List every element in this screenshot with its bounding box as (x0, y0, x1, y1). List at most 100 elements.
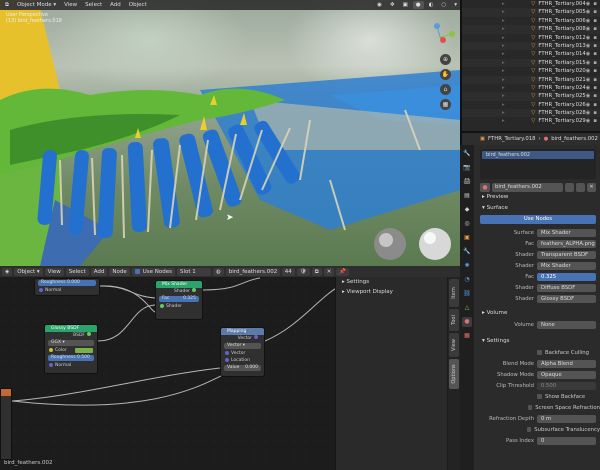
render-tab-icon[interactable]: 📷 (462, 163, 472, 173)
volume-panel-header[interactable]: ▸ Volume (476, 308, 600, 319)
render-camera-icon[interactable]: ▪ (593, 0, 597, 8)
zoom-icon[interactable]: ⊕ (440, 54, 451, 65)
outliner-item[interactable]: ▸ ▽ FTHR_Tertiary.015 ◉ ▪ (462, 58, 600, 68)
render-camera-icon[interactable]: ▪ (593, 92, 597, 100)
render-camera-icon[interactable]: ▪ (593, 17, 597, 25)
property-checkbox[interactable] (537, 394, 542, 399)
material-slot-list[interactable]: bird_feathers.002 (480, 149, 596, 179)
render-camera-icon[interactable]: ▪ (593, 67, 597, 75)
render-camera-icon[interactable]: ▪ (593, 8, 597, 16)
modifier-tab-icon[interactable]: 🔧 (462, 247, 472, 257)
object-tab-icon[interactable]: ▣ (462, 233, 472, 243)
property-value[interactable]: Glossy BSDF (537, 294, 596, 303)
visibility-icon[interactable]: ◉ (586, 92, 591, 100)
material-name-field[interactable]: bird_feathers.002 (225, 267, 280, 276)
render-camera-icon[interactable]: ▪ (593, 42, 597, 50)
use-nodes-checkbox[interactable] (134, 268, 140, 274)
pan-hand-icon[interactable]: ✋ (440, 69, 451, 80)
use-nodes-toggle[interactable]: Use Nodes (131, 267, 175, 276)
unlink-icon[interactable]: ✕ (323, 267, 335, 276)
visibility-icon[interactable]: ◉ (586, 0, 591, 8)
render-camera-icon[interactable]: ▪ (593, 25, 597, 33)
property-checkbox[interactable] (528, 405, 533, 410)
visibility-icon[interactable]: ◉ (586, 84, 591, 92)
visibility-icon[interactable]: ◉ (586, 67, 591, 75)
input-socket[interactable] (160, 303, 164, 308)
editor-type-button[interactable]: ◈ (2, 267, 13, 276)
visibility-icon[interactable]: ◉ (586, 34, 591, 42)
render-camera-icon[interactable]: ▪ (593, 117, 597, 125)
outliner-item[interactable]: ▸ ▽ FTHR_Tertiary.008 ◉ ▪ (462, 25, 600, 34)
render-camera-icon[interactable]: ▪ (593, 34, 597, 42)
tab-options[interactable]: Options (449, 359, 459, 389)
outliner-item[interactable]: ▸ ▽ FTHR_Tertiary.014 ◉ ▪ (462, 50, 600, 58)
glossy-bsdf-node[interactable]: Glossy BSDF BSDF GGX ▾ Color Roughness 0… (44, 324, 98, 374)
outliner-item[interactable]: ▸ ▽ FTHR_Tertiary.006 ◉ ▪ (462, 17, 600, 25)
particles-tab-icon[interactable]: ✺ (462, 261, 472, 271)
property-value[interactable]: Opaque (537, 370, 596, 379)
menu-add[interactable]: Add (107, 1, 124, 9)
mode-select[interactable]: Object Mode ▾ (13, 1, 60, 9)
shading-material-icon[interactable]: ◐ (425, 1, 437, 9)
property-value[interactable]: Transparent BSDF (537, 250, 596, 259)
user-count[interactable]: 44 (281, 267, 295, 276)
settings-panel-header[interactable]: ▸ Settings (336, 277, 447, 287)
viewport-display-panel-header[interactable]: ▸ Viewport Display (336, 287, 447, 297)
shading-rendered-icon[interactable]: ○ (438, 1, 450, 9)
tool-tab-icon[interactable]: 🔧 (462, 149, 472, 159)
value-field[interactable]: Value 0.000 (224, 365, 261, 371)
slot-select[interactable]: Slot 1 (176, 267, 211, 276)
menu-object[interactable]: Object (125, 1, 150, 9)
property-value[interactable]: feathers_ALPHA.png (537, 239, 596, 248)
material-slot-item[interactable]: bird_feathers.002 (482, 151, 594, 159)
mapping-type-select[interactable]: Vector ▾ (224, 343, 261, 349)
view-layer-tab-icon[interactable]: ▤ (462, 191, 472, 201)
visibility-icon[interactable]: ◉ (586, 101, 591, 109)
overlay-icon[interactable]: ◉ (374, 1, 385, 9)
outliner-item[interactable]: ▸ ▽ FTHR_Tertiary.020 ◉ ▪ (462, 67, 600, 75)
scene-tab-icon[interactable]: ◆ (462, 205, 472, 215)
settings-panel-header[interactable]: ▾ Settings (476, 336, 600, 347)
outliner-item[interactable]: ▸ ▽ FTHR_Tertiary.005 ◉ ▪ (462, 8, 600, 17)
property-value[interactable]: 0.325 (537, 272, 596, 281)
surface-panel-header[interactable]: ▾ Surface (476, 203, 600, 214)
menu-view[interactable]: View (61, 1, 81, 9)
data-tab-icon[interactable]: △ (462, 303, 472, 313)
visibility-icon[interactable]: ◉ (586, 50, 591, 58)
render-camera-icon[interactable]: ▪ (593, 84, 597, 92)
outliner-item[interactable]: ▸ ▽ FTHR_Tertiary.013 ◉ ▪ (462, 41, 600, 51)
use-nodes-button[interactable]: Use Nodes (480, 215, 596, 224)
roughness-field[interactable]: Roughness 0.000 (38, 280, 96, 286)
xray-icon[interactable]: ▣ (399, 1, 411, 9)
menu-node[interactable]: Node (109, 267, 130, 276)
output-socket[interactable] (192, 288, 196, 292)
properties-editor[interactable]: ▣ FTHR_Tertiary.018 › ● bird_feathers.00… (460, 131, 600, 470)
render-camera-icon[interactable]: ▪ (593, 59, 597, 67)
visibility-icon[interactable]: ◉ (586, 59, 591, 67)
volume-value[interactable]: None (537, 320, 596, 329)
pin-icon[interactable]: 📌 (336, 267, 350, 276)
property-value[interactable]: Diffuse BSDF (537, 283, 596, 292)
outliner-item[interactable]: ▸ ▽ FTHR_Tertiary.025 ◉ ▪ (462, 92, 600, 101)
mapping-node[interactable]: Mapping Vector Vector ▾ Vector Location … (220, 327, 265, 377)
outliner-item[interactable]: ▸ ▽ FTHR_Tertiary.029 ◉ ▪ (462, 117, 600, 125)
visibility-icon[interactable]: ◉ (586, 117, 591, 125)
property-value[interactable]: Alpha Blend (537, 359, 596, 368)
visibility-icon[interactable]: ◉ (586, 25, 591, 33)
output-tab-icon[interactable]: 🖨 (462, 177, 472, 187)
material-tab-icon[interactable]: ● (462, 317, 472, 327)
material-browse-icon[interactable]: ● (480, 183, 490, 192)
outliner-item[interactable]: ▸ ▽ FTHR_Tertiary.004 ◉ ▪ (462, 0, 600, 8)
property-value[interactable]: Mix Shader (537, 261, 596, 270)
property-value[interactable]: Mix Shader (537, 228, 596, 237)
editor-type-button[interactable]: ⧉ (2, 1, 12, 9)
menu-select[interactable]: Select (65, 267, 89, 276)
property-value[interactable]: 0.500 (537, 381, 596, 390)
tab-view[interactable]: View (449, 333, 459, 357)
outliner[interactable]: ▸ ▽ FTHR_Tertiary.004 ◉ ▪ ▸ ▽ FTHR_Tertiary.005… (460, 0, 600, 131)
shading-options-icon[interactable]: ▾ (451, 1, 460, 9)
gizmo-icon[interactable]: ✥ (386, 1, 398, 9)
new-material-icon[interactable]: ⧉ (311, 267, 322, 276)
physics-tab-icon[interactable]: ◔ (462, 275, 472, 285)
distribution-select[interactable]: GGX ▾ (48, 340, 94, 346)
